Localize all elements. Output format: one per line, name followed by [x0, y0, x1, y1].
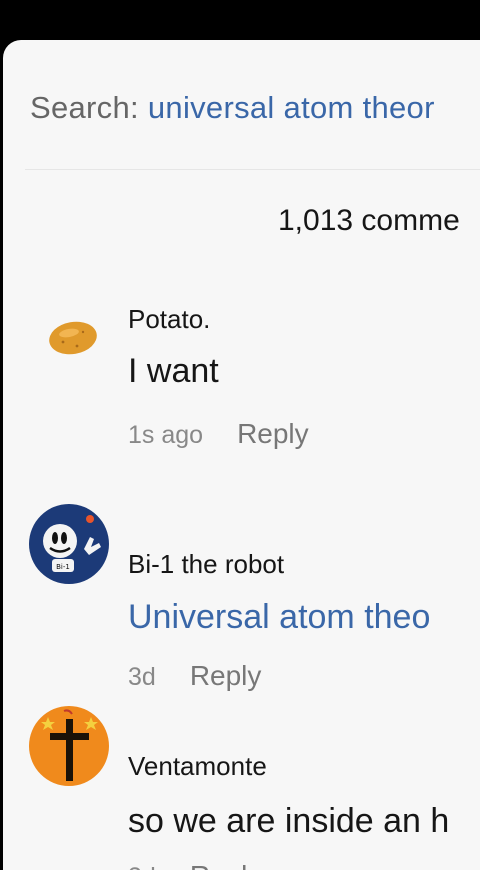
divider	[25, 169, 480, 170]
robot-avatar-icon[interactable]: Bi-1	[28, 503, 110, 590]
comment-text: I want	[128, 352, 219, 390]
comment-item: Ventamonte so we are inside an h 3d Reply	[3, 705, 480, 870]
comment-text: so we are inside an h	[128, 802, 450, 840]
comment-username[interactable]: Potato.	[128, 304, 210, 335]
comment-meta: 3d Reply	[128, 660, 261, 692]
comment-text-link[interactable]: Universal atom theo	[128, 598, 430, 637]
search-header[interactable]: Search: universal atom theor	[30, 90, 435, 126]
comment-username[interactable]: Ventamonte	[128, 751, 267, 782]
comment-item: Bi-1 Bi-1 the robot Universal atom theo …	[3, 503, 480, 691]
reply-button[interactable]: Reply	[237, 418, 309, 449]
search-query-link[interactable]: universal atom theor	[148, 90, 435, 125]
reply-button[interactable]: Reply	[190, 660, 262, 691]
comments-count: 1,013 comme	[278, 204, 460, 237]
comment-time: 1s ago	[128, 421, 204, 449]
reply-button[interactable]: Reply	[190, 860, 262, 870]
cross-avatar-icon[interactable]	[28, 705, 110, 792]
comment-time: 3d	[128, 863, 156, 870]
potato-avatar-icon[interactable]	[47, 318, 99, 363]
comment-time: 3d	[128, 663, 156, 691]
comment-username[interactable]: Bi-1 the robot	[128, 549, 284, 580]
comments-sheet: Search: universal atom theor 1,013 comme…	[3, 40, 480, 870]
search-prefix: Search:	[30, 90, 139, 125]
comment-meta: 1s ago Reply	[128, 418, 309, 450]
comment-meta: 3d Reply	[128, 860, 261, 870]
comment-item: Potato. I want 1s ago Reply	[3, 300, 480, 470]
svg-text:Bi-1: Bi-1	[56, 563, 70, 571]
